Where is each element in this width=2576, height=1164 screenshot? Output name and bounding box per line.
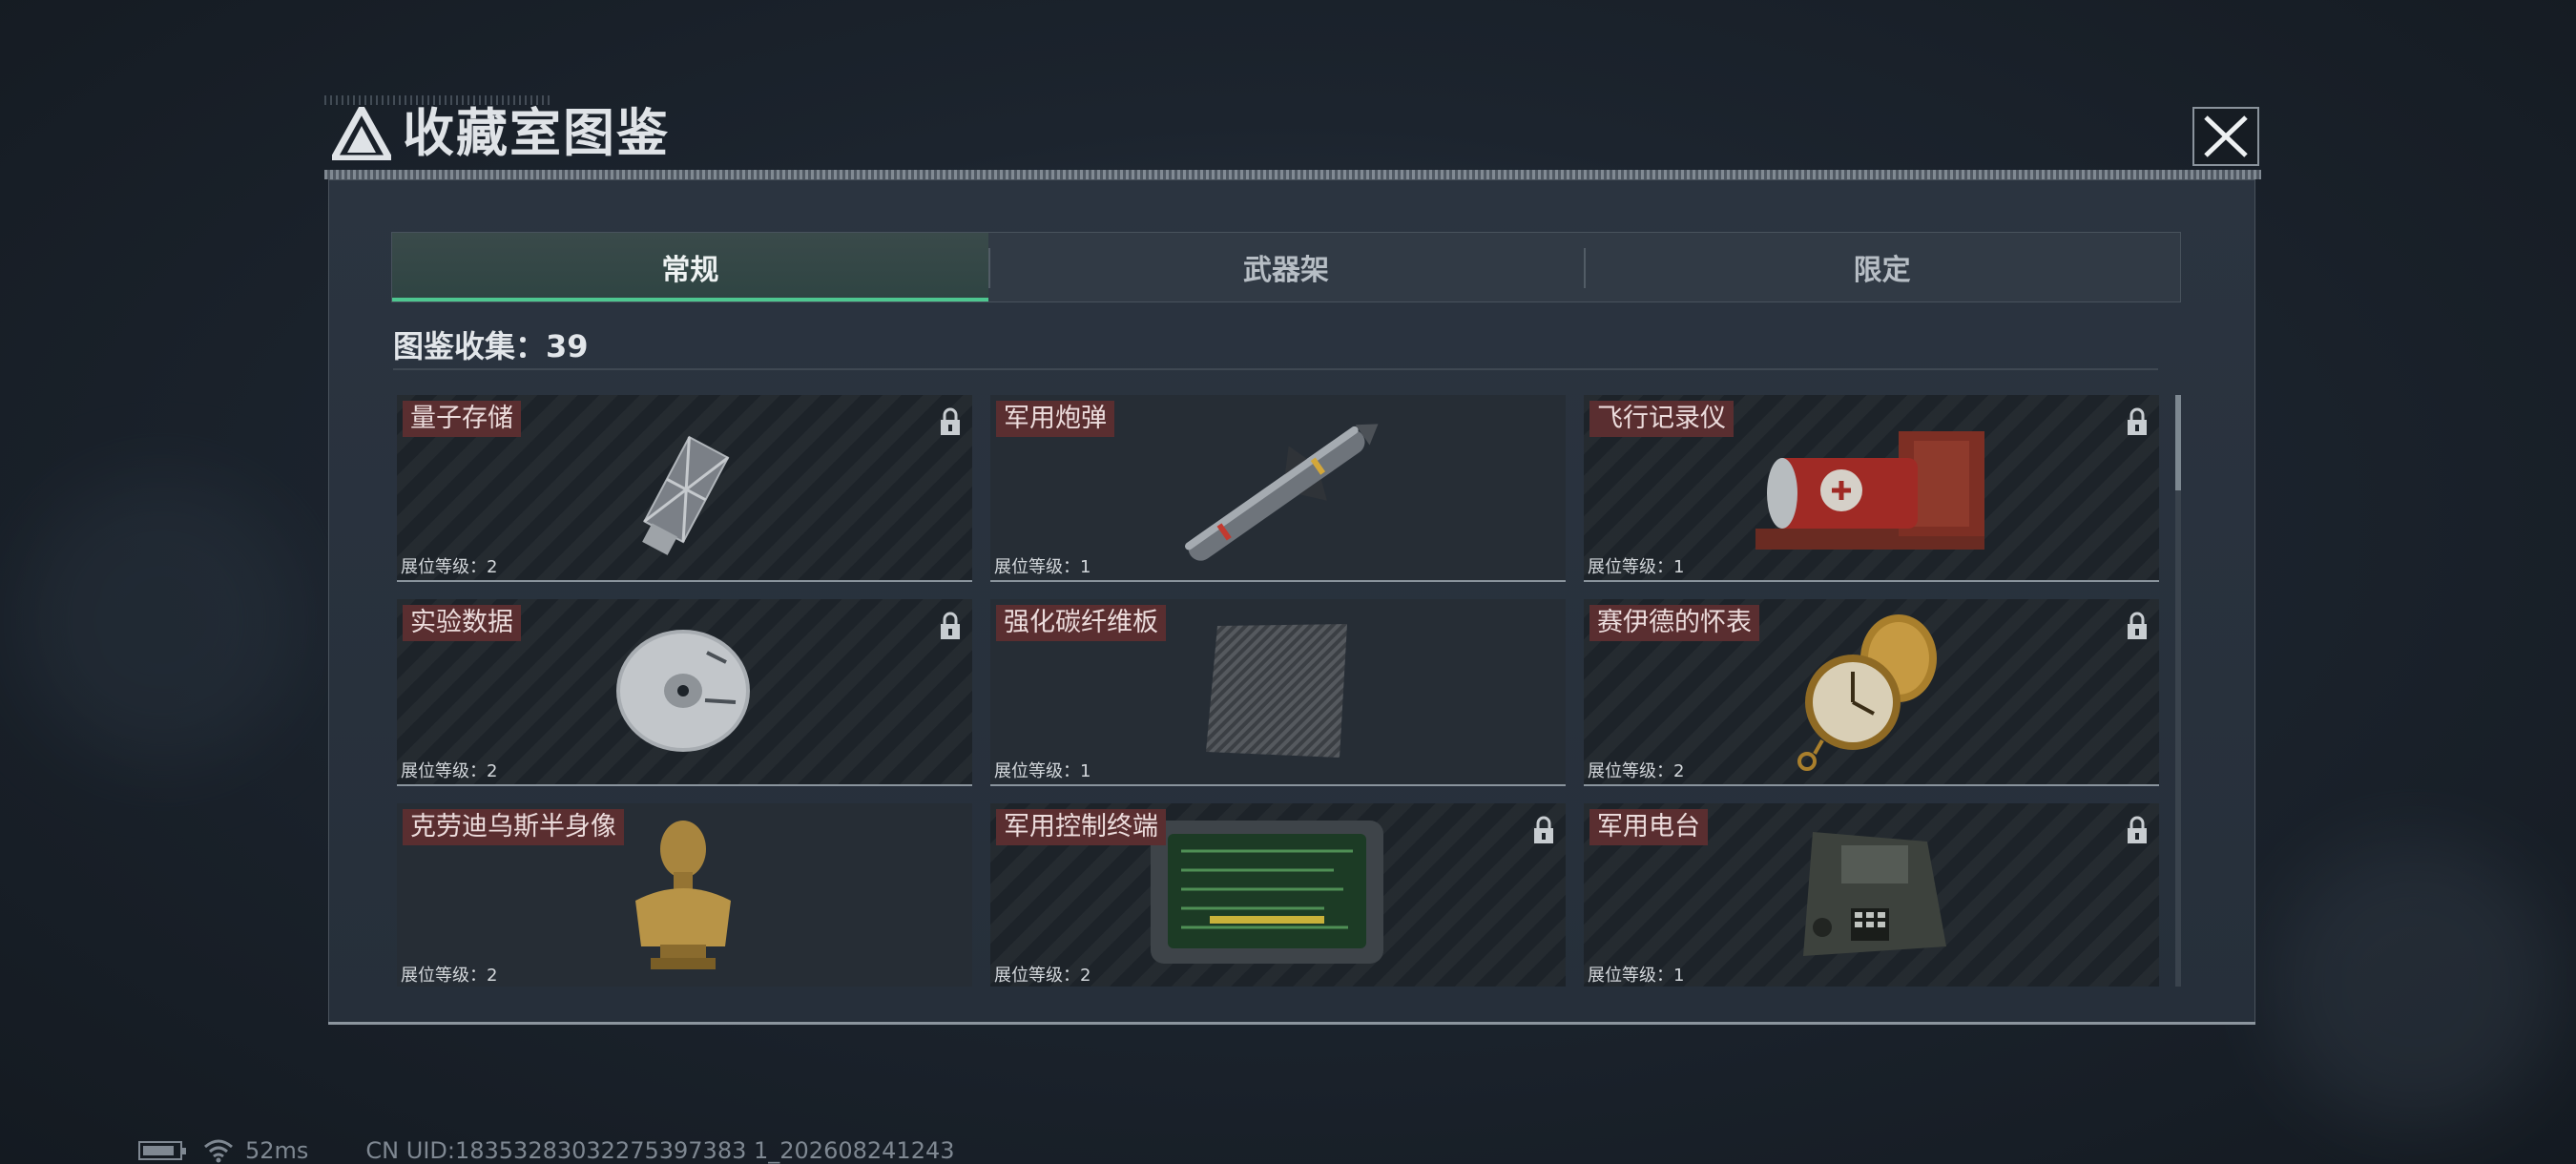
item-level: 展位等级：2 bbox=[401, 557, 498, 577]
item-grid: 量子存储 展位等级：2 军用炮弹 展位等级：1 飞行记录仪 展位等级：1 实验数… bbox=[397, 395, 2162, 987]
item-level: 展位等级：2 bbox=[1588, 761, 1685, 781]
ping-value: 52ms bbox=[245, 1137, 309, 1164]
item-card[interactable]: 军用炮弹 展位等级：1 bbox=[990, 395, 1566, 582]
item-name: 赛伊德的怀表 bbox=[1589, 605, 1759, 641]
scrollbar-thumb[interactable] bbox=[2175, 395, 2181, 490]
item-name: 量子存储 bbox=[403, 401, 521, 437]
card-underline bbox=[990, 784, 1566, 786]
category-tabs: 常规 武器架 限定 bbox=[391, 232, 2181, 302]
lock-icon bbox=[2128, 816, 2147, 843]
header-divider bbox=[324, 170, 2261, 179]
card-underline bbox=[397, 784, 972, 786]
collection-count: 图鉴收集：39 bbox=[393, 328, 589, 364]
item-level: 展位等级：1 bbox=[1588, 966, 1685, 986]
radio-icon bbox=[1803, 832, 1946, 956]
item-name: 军用炮弹 bbox=[996, 401, 1114, 437]
lock-icon bbox=[2128, 612, 2147, 639]
item-name: 飞行记录仪 bbox=[1589, 401, 1734, 437]
item-name: 军用控制终端 bbox=[996, 809, 1166, 845]
background-blur bbox=[19, 477, 305, 763]
item-card[interactable]: 强化碳纤维板 展位等级：1 bbox=[990, 599, 1566, 786]
battery-icon bbox=[138, 1141, 186, 1160]
item-level: 展位等级：1 bbox=[994, 761, 1091, 781]
bust-icon bbox=[635, 821, 731, 969]
status-bar: 52ms CN UID:18353283032275397383 1_20260… bbox=[138, 1137, 955, 1164]
wifi-icon bbox=[204, 1139, 233, 1163]
tab-label: 武器架 bbox=[1243, 254, 1329, 287]
flight-recorder-icon bbox=[1755, 431, 1984, 550]
lock-icon bbox=[941, 612, 960, 639]
item-card[interactable]: 赛伊德的怀表 展位等级：2 bbox=[1584, 599, 2159, 786]
item-name: 实验数据 bbox=[403, 605, 521, 641]
pocket-watch-icon bbox=[1797, 614, 1937, 771]
item-card[interactable]: 飞行记录仪 展位等级：1 bbox=[1584, 395, 2159, 582]
disc-icon bbox=[616, 630, 750, 752]
item-level: 展位等级：1 bbox=[994, 557, 1091, 577]
tab-label: 常规 bbox=[661, 254, 719, 287]
item-name: 克劳迪乌斯半身像 bbox=[403, 809, 624, 845]
item-card[interactable]: 克劳迪乌斯半身像 展位等级：2 bbox=[397, 803, 972, 987]
item-card[interactable]: 军用控制终端 展位等级：2 bbox=[990, 803, 1566, 987]
card-underline bbox=[1584, 784, 2159, 786]
lock-icon bbox=[941, 407, 960, 435]
uid-text: CN UID:18353283032275397383 1_2026082412… bbox=[365, 1137, 955, 1164]
tab-limited[interactable]: 限定 bbox=[1584, 233, 2180, 301]
item-card[interactable]: 实验数据 展位等级：2 bbox=[397, 599, 972, 786]
carbon-plate-icon bbox=[1206, 624, 1347, 758]
window-title: 收藏室图鉴 bbox=[403, 103, 670, 163]
tab-regular[interactable]: 常规 bbox=[392, 233, 988, 301]
item-name: 强化碳纤维板 bbox=[996, 605, 1166, 641]
close-button[interactable] bbox=[2192, 107, 2259, 166]
tab-weapon-rack[interactable]: 武器架 bbox=[987, 233, 1585, 301]
window-header: 收藏室图鉴 bbox=[324, 95, 2261, 179]
usb-drive-icon bbox=[642, 435, 730, 555]
lock-icon bbox=[2128, 407, 2147, 435]
panel-divider bbox=[328, 1022, 2255, 1025]
item-card[interactable]: 军用电台 展位等级：1 bbox=[1584, 803, 2159, 987]
card-underline bbox=[1584, 580, 2159, 582]
item-level: 展位等级：2 bbox=[401, 761, 498, 781]
delta-logo-icon bbox=[332, 107, 391, 160]
lock-icon bbox=[1534, 816, 1553, 843]
item-name: 军用电台 bbox=[1589, 809, 1708, 845]
item-level: 展位等级：2 bbox=[401, 966, 498, 986]
item-level: 展位等级：1 bbox=[1588, 557, 1685, 577]
card-underline bbox=[397, 580, 972, 582]
card-underline bbox=[990, 580, 1566, 582]
missile-icon bbox=[1185, 424, 1379, 561]
close-icon bbox=[2204, 115, 2248, 157]
item-card[interactable]: 量子存储 展位等级：2 bbox=[397, 395, 972, 582]
item-level: 展位等级：2 bbox=[994, 966, 1091, 986]
control-terminal-icon bbox=[1151, 821, 1383, 964]
background-blur bbox=[2271, 840, 2557, 1126]
tab-label: 限定 bbox=[1853, 254, 1911, 287]
section-divider bbox=[393, 368, 2158, 370]
